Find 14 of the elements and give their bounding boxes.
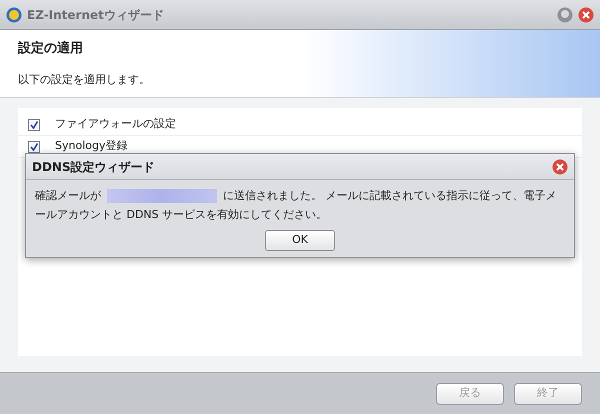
message-text: 確認メールが に送信されました。 メールに記載されている指示に従って、電子メールアカウントと DDNS サービスを有効にしてください。 <box>35 188 558 223</box>
checkbox[interactable] <box>28 140 40 152</box>
app-logo-icon <box>6 6 22 22</box>
setting-label: Synology登録 <box>55 138 128 154</box>
ok-button[interactable]: OK <box>265 230 335 251</box>
close-button[interactable] <box>552 158 568 174</box>
window-title: EZ-Internetウィザード <box>27 6 164 24</box>
close-button[interactable] <box>578 6 594 22</box>
setting-label: ファイアウォールの設定 <box>55 116 176 132</box>
dialog-title: DDNS設定ウィザード <box>32 158 155 176</box>
page-subtitle: 以下の設定を適用します。 <box>18 72 151 88</box>
minimize-button[interactable] <box>557 6 573 22</box>
checkbox[interactable] <box>28 118 40 130</box>
page-title: 設定の適用 <box>18 40 84 58</box>
